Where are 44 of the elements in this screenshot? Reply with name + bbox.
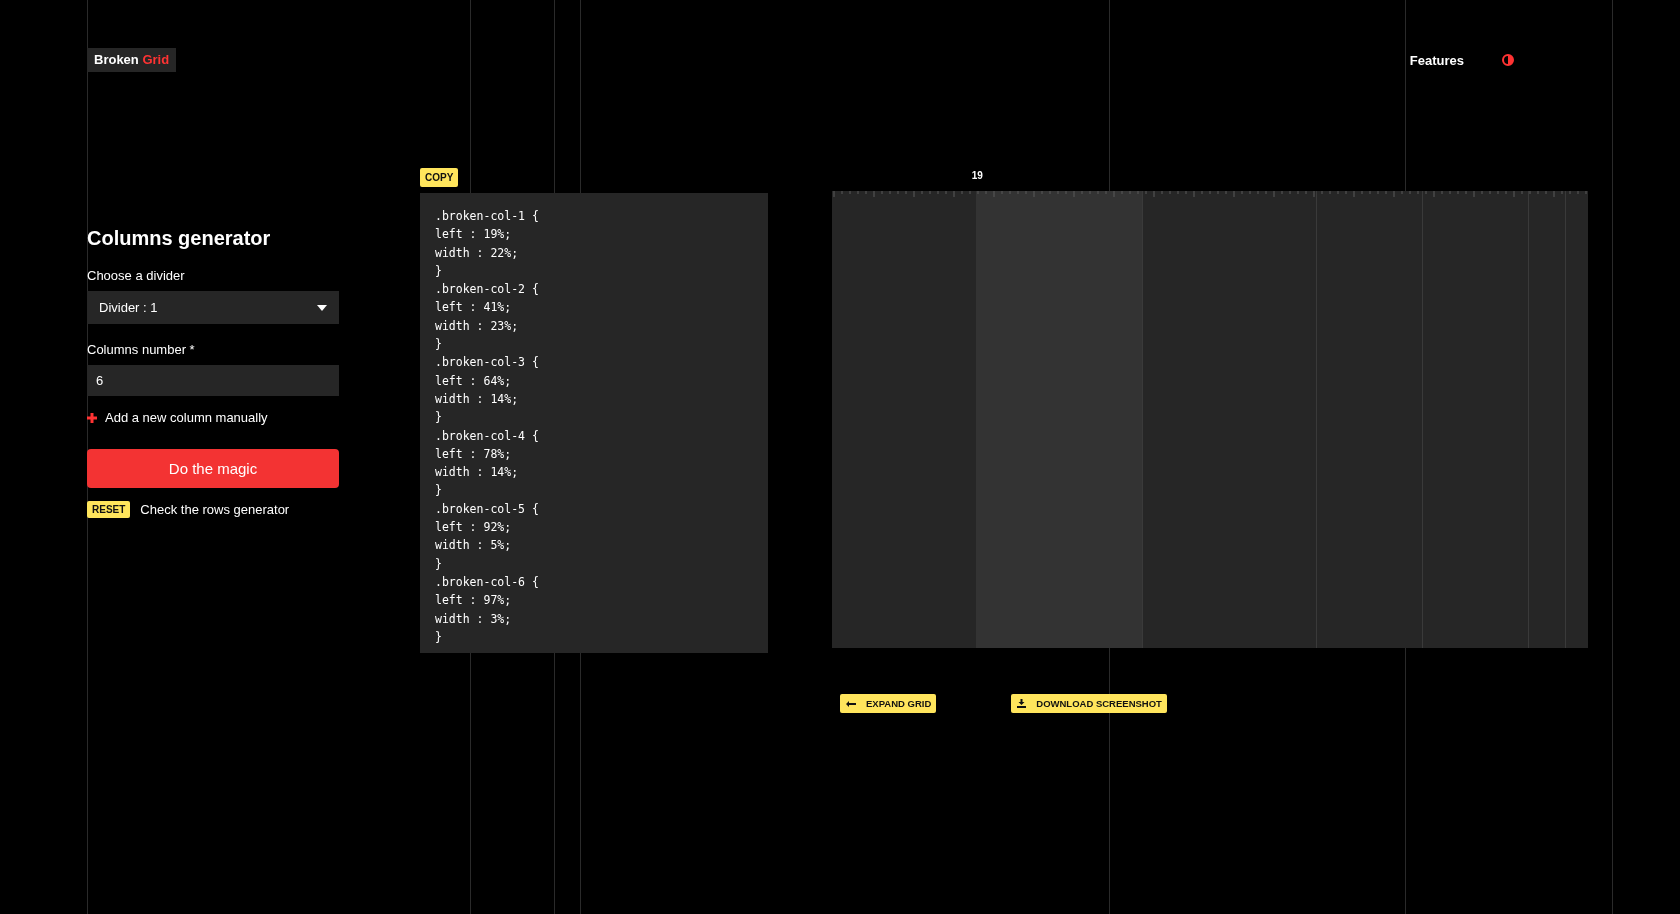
contrast-icon[interactable]: [1502, 54, 1514, 66]
position-label: 19: [971, 170, 983, 181]
caret-icon: [317, 304, 327, 311]
code-line: .broken-col-4 {: [435, 427, 540, 445]
field-label: Columns number *: [87, 342, 196, 357]
code-line: width : 14%;: [435, 464, 520, 482]
code-line: .broken-col-3 {: [435, 354, 540, 372]
code-line: left : 19%;: [435, 226, 513, 244]
code-line: width : 23%;: [435, 317, 520, 335]
code-line: left : 41%;: [435, 299, 513, 317]
nav-link[interactable]: Features: [1409, 52, 1464, 68]
plus-icon[interactable]: [87, 412, 97, 423]
code-line: .broken-col-5 {: [435, 500, 540, 518]
code-line: left : 78%;: [435, 445, 513, 463]
section-title: Columns generator: [87, 226, 272, 250]
code-line: }: [435, 409, 443, 427]
code-line: width : 3%;: [435, 610, 513, 628]
add-column-link[interactable]: Add a new column manually: [105, 410, 268, 425]
code-line: }: [435, 262, 443, 280]
code-line: width : 5%;: [435, 537, 513, 555]
code-line: }: [435, 628, 443, 646]
submit-button[interactable]: Do the magic: [87, 449, 339, 488]
code-line: .broken-col-1 {: [435, 208, 540, 225]
code-line: left : 97%;: [435, 592, 513, 610]
divider-select[interactable]: Divider : 1: [87, 291, 339, 324]
expand-grid-button[interactable]: EXPAND GRID: [840, 694, 937, 713]
code-line: }: [435, 336, 443, 354]
code-line: left : 64%;: [435, 372, 513, 390]
logo[interactable]: Broken Grid: [87, 48, 177, 72]
code-line: left : 92%;: [435, 519, 513, 537]
code-line: width : 22%;: [435, 244, 520, 262]
input-field[interactable]: 6: [87, 365, 339, 396]
download-icon: [1017, 699, 1027, 708]
download-button[interactable]: DOWNLOAD SCREENSHOT: [1011, 694, 1167, 713]
rows-generator-link[interactable]: Check the rows generator: [140, 502, 290, 517]
code-line: }: [435, 482, 443, 500]
reset-button[interactable]: RESET: [87, 501, 131, 518]
arrow-left-icon: [846, 700, 856, 707]
copy-button[interactable]: COPY: [420, 168, 459, 187]
code-line: width : 14%;: [435, 390, 520, 408]
field-label: Choose a divider: [87, 268, 186, 283]
code-line: }: [435, 555, 443, 573]
code-line: .broken-col-6 {: [435, 573, 540, 591]
code-line: .broken-col-2 {: [435, 281, 540, 299]
